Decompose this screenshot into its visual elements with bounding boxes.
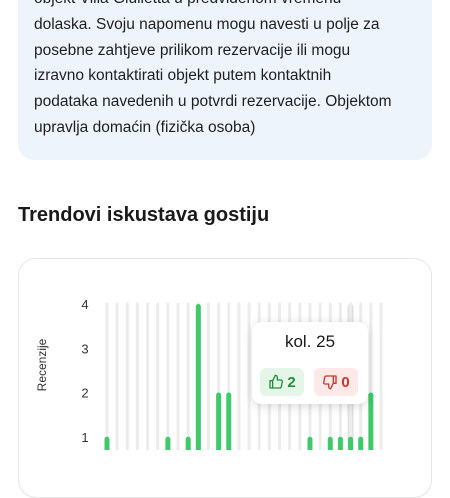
chart-bar[interactable] bbox=[368, 392, 374, 451]
chart-bar[interactable] bbox=[358, 436, 364, 450]
chart-bar[interactable] bbox=[307, 436, 313, 450]
thumbs-up-icon bbox=[269, 374, 284, 389]
chart-bar[interactable] bbox=[226, 392, 232, 451]
likes-chip: 2 bbox=[260, 368, 304, 396]
chart-bar[interactable] bbox=[185, 436, 191, 450]
chart-bar[interactable] bbox=[327, 436, 333, 450]
chart-bar[interactable] bbox=[104, 436, 110, 450]
y-axis-label: Recenzije bbox=[35, 338, 49, 391]
y-tick-label: 4 bbox=[81, 297, 88, 312]
bar-tooltip: kol. 25 2 0 bbox=[252, 322, 368, 404]
tooltip-title: kol. 25 bbox=[284, 332, 336, 351]
dislikes-count: 0 bbox=[341, 373, 350, 391]
likes-count: 2 bbox=[287, 373, 296, 391]
chart-bar[interactable] bbox=[348, 436, 354, 450]
chart-bar[interactable] bbox=[195, 304, 201, 450]
chart-bar[interactable] bbox=[216, 392, 222, 451]
chart-bar[interactable] bbox=[337, 436, 343, 450]
guest-trends-chart[interactable]: 1 2 3 4 Recenzije bbox=[0, 0, 450, 450]
y-tick-label: 3 bbox=[81, 341, 88, 356]
y-tick-label: 1 bbox=[81, 430, 88, 445]
y-tick-label: 2 bbox=[81, 386, 88, 401]
thumbs-down-icon bbox=[323, 375, 337, 390]
dislikes-chip: 0 bbox=[314, 368, 358, 396]
chart-bar[interactable] bbox=[165, 436, 171, 450]
